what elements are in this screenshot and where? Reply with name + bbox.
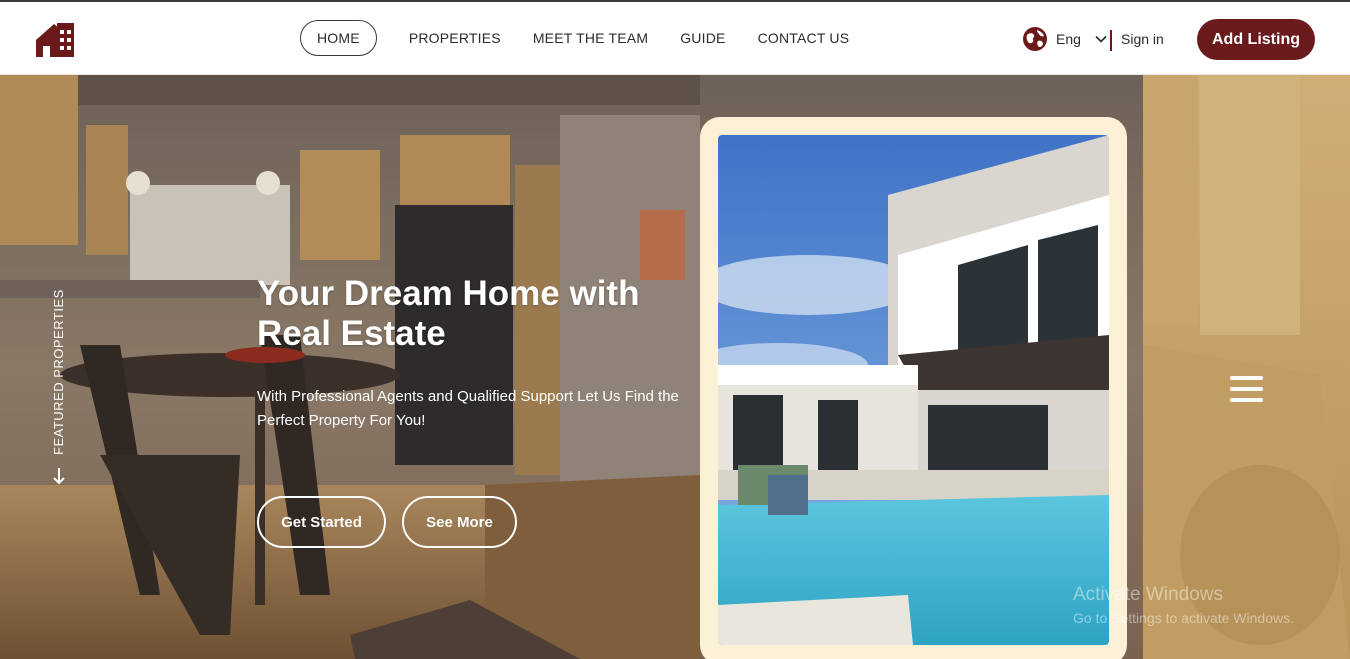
language-selector[interactable]: Eng bbox=[1022, 25, 1107, 53]
nav-meet-the-team[interactable]: MEET THE TEAM bbox=[533, 30, 648, 46]
language-label: Eng bbox=[1056, 31, 1081, 47]
sign-in-link[interactable]: Sign in bbox=[1121, 31, 1164, 47]
featured-properties-text: FEATURED PROPERTIES bbox=[51, 289, 66, 455]
arrow-down-icon bbox=[53, 468, 65, 485]
see-more-button[interactable]: See More bbox=[402, 496, 517, 548]
property-photo bbox=[718, 135, 1109, 645]
hero-subheadline: With Professional Agents and Qualified S… bbox=[257, 388, 679, 429]
featured-properties-label[interactable]: FEATURED PROPERTIES bbox=[51, 285, 69, 485]
nav-guide[interactable]: GUIDE bbox=[680, 30, 725, 46]
add-listing-button[interactable]: Add Listing bbox=[1197, 19, 1315, 60]
hero-right-panel bbox=[1143, 75, 1350, 659]
nav-properties[interactable]: PROPERTIES bbox=[409, 30, 501, 46]
watermark-title: Activate Windows bbox=[1073, 584, 1223, 605]
header-divider bbox=[1110, 30, 1112, 51]
watermark-subtitle: Go to Settings to activate Windows. bbox=[1073, 610, 1294, 626]
hero-section: FEATURED PROPERTIES Your Dream Home with… bbox=[0, 75, 1350, 659]
site-header: HOME PROPERTIES MEET THE TEAM GUIDE CONT… bbox=[0, 2, 1350, 75]
globe-icon bbox=[1023, 27, 1047, 51]
hamburger-menu-icon[interactable] bbox=[1230, 376, 1263, 403]
activate-windows-watermark: Activate Windows Go to Settings to activ… bbox=[1073, 584, 1294, 626]
house-logo-icon[interactable] bbox=[34, 21, 76, 59]
featured-property-card[interactable] bbox=[700, 117, 1127, 659]
get-started-button[interactable]: Get Started bbox=[257, 496, 386, 548]
chevron-down-icon bbox=[1095, 35, 1107, 43]
main-nav: HOME PROPERTIES MEET THE TEAM GUIDE CONT… bbox=[300, 19, 881, 57]
nav-home[interactable]: HOME bbox=[300, 20, 377, 56]
nav-contact-us[interactable]: CONTACT US bbox=[758, 30, 850, 46]
hero-headline: Your Dream Home with Real Estate bbox=[257, 274, 640, 353]
